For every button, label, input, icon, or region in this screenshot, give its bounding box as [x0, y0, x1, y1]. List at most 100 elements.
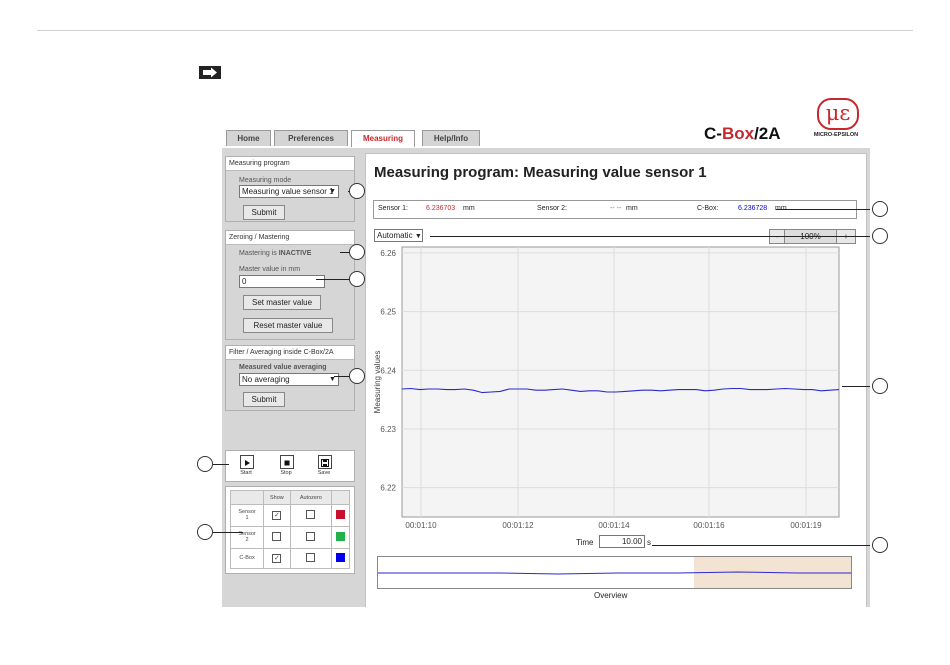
scale-mode-select[interactable]: Automatic ▼ [374, 229, 423, 242]
autozero-checkbox[interactable] [306, 509, 316, 519]
autozero-checkbox[interactable] [306, 531, 316, 541]
x-tick-label: 00:01:16 [693, 521, 725, 530]
y-tick-label: 6.26 [380, 249, 396, 258]
measuring-program-panel: Measuring program Measuring mode Measuri… [225, 156, 355, 222]
micro-epsilon-logo: με MICRO-EPSILON [805, 98, 865, 142]
show-checkbox[interactable] [272, 531, 282, 541]
callout-circle [872, 228, 888, 244]
reset-master-value-button[interactable]: Reset master value [243, 318, 333, 333]
channel-name-line2: 2 [245, 537, 249, 544]
overview-label: Overview [594, 591, 628, 600]
table-header-color [331, 490, 350, 505]
chevron-down-icon: ▼ [329, 376, 336, 383]
time-window-input[interactable]: 10.00 [599, 535, 645, 548]
callout-line [213, 532, 243, 533]
show-checkbox[interactable]: ✓ [272, 510, 282, 520]
callout-circle [349, 271, 365, 287]
channel-name: Sensor 2 [229, 525, 265, 549]
y-axis-label: Measuring values [373, 351, 382, 414]
master-value-input[interactable]: 0 [239, 275, 325, 288]
tab-preferences[interactable]: Preferences [274, 130, 348, 146]
x-tick-label: 00:01:12 [502, 521, 534, 530]
table-header-autozero: Autozero [289, 490, 333, 505]
chevron-down-icon: ▼ [414, 233, 422, 240]
overview-line [378, 571, 851, 575]
cbox-label: C-Box: [697, 205, 719, 212]
time-unit: s [647, 538, 651, 547]
start-button[interactable] [240, 455, 254, 469]
device-title: C-Box/2A [704, 124, 781, 144]
averaging-value: No averaging [242, 375, 290, 384]
color-swatch[interactable] [336, 552, 345, 562]
y-tick-label: 6.25 [380, 308, 396, 317]
time-label: Time [576, 538, 594, 547]
callout-circle [872, 537, 888, 553]
overview-strip[interactable] [377, 556, 852, 589]
save-icon [321, 459, 329, 467]
channel-name: C-Box [229, 547, 265, 570]
cbox-value: 6.236728 [738, 205, 768, 212]
app-window: Home Preferences Measuring Help/Info C-B… [222, 90, 870, 607]
scale-mode-value: Automatic [377, 231, 413, 240]
show-checkbox[interactable]: ✓ [272, 553, 282, 563]
table-header-show: Show [263, 490, 291, 505]
save-label: Save [317, 470, 331, 476]
x-tick-label: 00:01:10 [405, 521, 437, 530]
averaging-select[interactable]: No averaging [239, 373, 339, 386]
arrow-right-icon [199, 66, 221, 79]
stop-button[interactable] [280, 455, 294, 469]
tab-help-info[interactable]: Help/Info [422, 130, 480, 146]
title-highlight: Box [721, 124, 755, 143]
main-panel: Measuring program: Measuring value senso… [365, 153, 867, 607]
table-row: Sensor 1 ✓ [229, 504, 350, 527]
program-submit-button[interactable]: Submit [243, 205, 285, 220]
y-tick-label: 6.23 [380, 425, 396, 434]
mastering-status: Mastering is INACTIVE [239, 250, 311, 257]
measurement-chart[interactable]: 6.26 6.25 6.24 6.23 6.22 00:01:10 00:01:12 00:0… [366, 244, 866, 544]
y-tick-label: 6.24 [380, 366, 396, 375]
callout-circle [197, 524, 213, 540]
callout-line [213, 464, 229, 465]
callout-circle [872, 378, 888, 394]
color-swatch[interactable] [336, 531, 345, 541]
acquisition-controls: Start Stop Save [225, 450, 355, 482]
mastering-status-value: INACTIVE [278, 250, 312, 257]
page-title: Measuring program: Measuring value senso… [374, 164, 707, 181]
panel-heading: Measuring program [226, 157, 354, 171]
callout-line [776, 209, 870, 210]
autozero-checkbox[interactable] [306, 552, 316, 562]
stop-label: Stop [280, 470, 292, 476]
callout-line [316, 279, 350, 280]
tab-home[interactable]: Home [226, 130, 271, 146]
channel-name-line1: C-Box [239, 555, 255, 562]
callout-line [334, 376, 350, 377]
sensor1-unit: mm [463, 205, 475, 212]
play-icon [245, 460, 250, 466]
sensor2-value: -- -- [610, 205, 622, 212]
callout-circle [349, 368, 365, 384]
logo-text: MICRO-EPSILON [813, 132, 859, 138]
sensor1-value: 6.236703 [426, 205, 456, 212]
sensor1-label: Sensor 1: [378, 205, 408, 212]
panel-heading: Filter / Averaging inside C-Box/2A [226, 346, 354, 360]
sensor2-unit: mm [626, 205, 638, 212]
master-value-label: Master value in mm [239, 266, 301, 273]
tab-measuring[interactable]: Measuring [351, 130, 415, 147]
stop-icon [284, 460, 290, 466]
x-tick-label: 00:01:19 [790, 521, 822, 530]
save-button[interactable] [318, 455, 332, 469]
set-master-value-button[interactable]: Set master value [243, 295, 321, 310]
averaging-label: Measured value averaging [239, 364, 327, 371]
measuring-mode-select[interactable]: Measuring value sensor 1 [239, 185, 339, 198]
color-swatch[interactable] [336, 509, 345, 519]
filter-submit-button[interactable]: Submit [243, 392, 285, 407]
callout-line [842, 386, 870, 387]
callout-circle [349, 244, 365, 260]
callout-circle [872, 201, 888, 217]
callout-line [430, 236, 870, 237]
channel-table-panel: Show Autozero Sensor 1 ✓ Sensor 2 C-Box ✓ [225, 486, 355, 574]
plot-area [401, 246, 840, 518]
zeroing-panel: Zeroing / Mastering Mastering is INACTIV… [225, 230, 355, 340]
measuring-mode-value: Measuring value sensor 1 [242, 187, 334, 196]
sensor2-label: Sensor 2: [537, 205, 567, 212]
